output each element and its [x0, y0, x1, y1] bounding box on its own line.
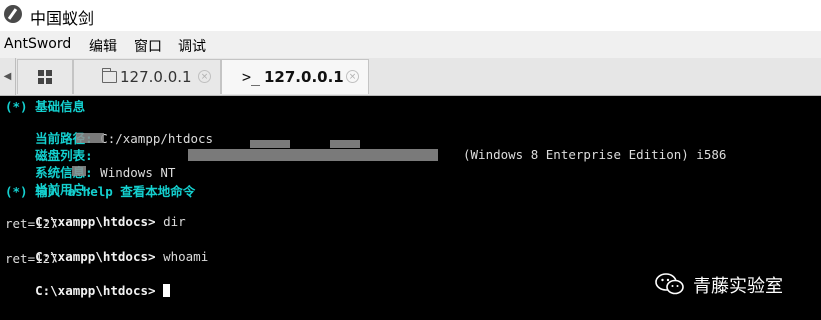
sys-value-right: (Windows 8 Enterprise Edition) i586 — [463, 147, 727, 162]
terminal-icon: >_ — [242, 68, 261, 86]
menu-bar: AntSword 编辑 窗口 调试 — [0, 31, 821, 58]
command-line: C:\xampp\htdocs> whoami — [5, 234, 208, 264]
tab-file-manager-label: 127.0.0.1 — [120, 68, 192, 86]
grid-icon — [38, 70, 52, 84]
hint-line: (*) 输入 ashelp 查看本地命令 — [5, 184, 196, 199]
sys-value-left: Windows NT — [100, 165, 176, 180]
command-line-current[interactable]: C:\xampp\htdocs> — [5, 268, 171, 298]
command: whoami — [163, 249, 209, 264]
window-title: 中国蚁剑 — [30, 9, 95, 28]
command-output: ret=127 — [5, 251, 58, 266]
menu-edit[interactable]: 编辑 — [89, 36, 117, 56]
prompt: C:\xampp\htdocs> — [35, 283, 156, 298]
command: dir — [163, 214, 186, 229]
section-basic-info: (*) 基础信息 — [5, 99, 86, 114]
title-bar: 中国蚁剑 — [0, 0, 821, 31]
cwd-value: C:/xampp/htdocs — [100, 131, 214, 146]
redacted-block — [250, 140, 290, 148]
close-icon[interactable]: × — [198, 70, 211, 83]
menu-antsword[interactable]: AntSword — [4, 36, 71, 52]
menu-debug[interactable]: 调试 — [178, 36, 206, 56]
cwd-line: 当前路径: C:/xampp/htdocs — [5, 113, 213, 146]
watermark-text: 青藤实验室 — [693, 276, 783, 297]
redacted-block — [76, 133, 104, 143]
tab-file-manager[interactable]: 127.0.0.1 × — [73, 59, 221, 94]
tab-home[interactable] — [17, 59, 73, 94]
tab-scroll-left-icon[interactable]: ◀ — [0, 58, 16, 95]
tab-terminal[interactable]: >_ 127.0.0.1 × — [221, 59, 369, 94]
menu-window[interactable]: 窗口 — [134, 36, 162, 56]
folder-icon — [101, 68, 117, 83]
redacted-block — [330, 140, 360, 148]
close-icon[interactable]: × — [346, 70, 359, 83]
tab-bar: ◀ 127.0.0.1 × >_ 127.0.0.1 × — [0, 58, 821, 96]
cursor — [163, 284, 171, 297]
sysinfo-line: 系统信息: Windows NT — [5, 147, 175, 180]
command-line: C:\xampp\htdocs> dir — [5, 199, 186, 229]
tab-terminal-label: 127.0.0.1 — [264, 68, 344, 86]
wechat-icon — [655, 273, 684, 295]
redacted-block — [72, 166, 86, 176]
command-output: ret=127 — [5, 216, 58, 231]
redacted-block — [188, 149, 438, 161]
antsword-logo-icon — [4, 5, 22, 23]
